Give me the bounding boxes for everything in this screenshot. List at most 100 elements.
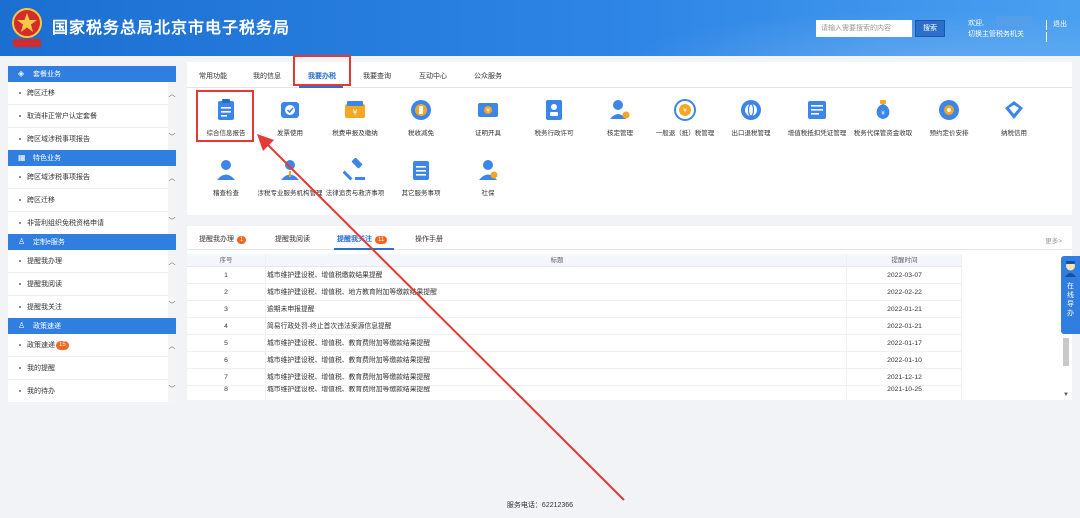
service-legal-remedy[interactable]: 法律追责与救济事项	[320, 157, 390, 198]
layers-icon: ◈	[18, 69, 25, 78]
sidebar-item[interactable]: 跨区迁移	[8, 82, 176, 105]
document-icon	[808, 101, 826, 119]
chevron-up-icon[interactable]: ︿	[168, 175, 176, 183]
table-scrollbar[interactable]: ▲ ▼	[1063, 328, 1069, 398]
service-label: 增值税抵扣凭证管理	[787, 130, 847, 137]
row-date: 2022-01-10	[887, 357, 922, 364]
service-vat-voucher[interactable]: 增值税抵扣凭证管理	[782, 98, 852, 138]
service-label: 出口退税管理	[731, 130, 771, 137]
table-divider	[846, 254, 847, 400]
service-other[interactable]: 其它服务事项	[386, 158, 456, 198]
row-title[interactable]: 城市维护建设税、增值税、地方教育附加等缴款结果提醒	[267, 284, 847, 301]
row-title[interactable]: 城市维护建设税、增值税、教育费附加等缴款结果提醒	[267, 369, 847, 386]
tab-remind-follow[interactable]: 提醒我关注 11	[337, 234, 388, 244]
sidebar-item[interactable]: 跨区迁移	[8, 189, 176, 212]
user-icon: ♙	[18, 321, 26, 330]
search-button[interactable]: 搜索	[915, 20, 945, 37]
switch-org-link[interactable]: 切换主管税务机关	[968, 29, 1024, 40]
service-tax-credit[interactable]: 纳税信用	[979, 98, 1049, 138]
scroll-thumb[interactable]	[1063, 338, 1069, 366]
bullet-icon	[19, 199, 21, 202]
svg-text:¥: ¥	[683, 108, 687, 115]
tab-label: 操作手册	[415, 236, 443, 243]
tab-manual[interactable]: 操作手册	[415, 234, 443, 244]
sidebar-section-header[interactable]: ♙ 定制e服务	[8, 234, 176, 250]
service-advance-pricing[interactable]: 预约定价安排	[914, 98, 984, 138]
sidebar-item-label: 非营利组织免税资格申请	[27, 220, 104, 227]
service-tax-relief[interactable]: 税收减免	[386, 98, 456, 138]
badge-icon	[546, 100, 562, 120]
sidebar-scrollbar[interactable]: ︿ ﹀	[168, 166, 176, 234]
notice-tabs: 提醒我办理 1 提醒我阅读 提醒我关注 11 操作手册 更多>	[187, 226, 1072, 250]
sidebar-section-header[interactable]: ▦ 特色业务	[8, 150, 176, 166]
more-link[interactable]: 更多>	[1045, 235, 1062, 245]
service-admin-license[interactable]: 税务行政许可	[519, 98, 589, 138]
chevron-up-icon[interactable]: ︿	[168, 91, 176, 99]
chevron-up-icon[interactable]: ︿	[168, 259, 176, 267]
online-guide-label: 在线导办	[1067, 283, 1074, 317]
search-input[interactable]: 请输入需要搜索的内容	[816, 20, 912, 37]
header-divider	[1046, 32, 1047, 42]
logout-link[interactable]: 退出	[1053, 19, 1067, 29]
sidebar-item[interactable]: 提醒我办理	[8, 250, 176, 273]
service-certificate[interactable]: ¥ 证明开具	[453, 98, 523, 138]
scroll-down-icon[interactable]: ▼	[1063, 392, 1069, 398]
sidebar-item[interactable]: 提醒我关注	[8, 296, 176, 318]
sidebar-section-header[interactable]: ♙ 政策速递	[8, 318, 176, 334]
service-agency-mgmt[interactable]: 涉税专业服务机构管理	[255, 158, 325, 198]
service-assessment[interactable]: 核定管理	[585, 98, 655, 138]
service-custody-funds[interactable]: ¥ 税务代保管资金收取	[848, 98, 918, 138]
service-inspection[interactable]: 稽查检查	[191, 158, 261, 198]
tab-remind-handle[interactable]: 提醒我办理 1	[199, 234, 247, 244]
column-header-no: 序号	[219, 257, 233, 264]
list-icon	[413, 161, 429, 180]
online-guide-button[interactable]: 在线导办	[1061, 256, 1080, 334]
active-tab-indicator	[299, 86, 343, 88]
service-label: 证明开具	[475, 130, 501, 137]
sidebar-scrollbar[interactable]: ︿ ﹀	[168, 334, 176, 402]
row-title[interactable]: 简易行政处罚-终止首次违法案源信息提醒	[267, 318, 847, 335]
row-no: 2	[224, 289, 228, 296]
sidebar-section-header[interactable]: ◈ 套餐业务	[8, 66, 176, 82]
sidebar-item[interactable]: 非营利组织免税资格申请	[8, 212, 176, 234]
sidebar-item[interactable]: 跨区域涉税事项报告	[8, 166, 176, 189]
chevron-down-icon[interactable]: ﹀	[168, 218, 176, 226]
service-label: 税务行政许可	[534, 130, 574, 137]
tab-public-service[interactable]: 公众服务	[474, 71, 502, 81]
service-refund[interactable]: ¥ 一般退（抵）税管理	[650, 98, 720, 138]
sidebar-item[interactable]: 取消非正常户认定套餐	[8, 105, 176, 128]
row-date: 2022-01-21	[887, 306, 922, 313]
row-title[interactable]: 城市维护建设税、增值税缴款结果提醒	[267, 267, 847, 284]
tab-query[interactable]: 我要查询	[363, 71, 391, 81]
sidebar-item[interactable]: 跨区域涉税事项报告	[8, 128, 176, 150]
user-icon: ♙	[18, 237, 26, 246]
service-social-security[interactable]: 社保	[453, 158, 523, 198]
service-label: 税务代保管资金收取	[853, 130, 913, 137]
chevron-down-icon[interactable]: ﹀	[168, 134, 176, 142]
row-title[interactable]: 城市维护建设税、增值税、教育费附加等缴款结果提醒	[267, 352, 847, 369]
service-invoice[interactable]: 发票使用	[255, 98, 325, 138]
chevron-down-icon[interactable]: ﹀	[168, 386, 176, 394]
row-title[interactable]: 城市维护建设税、增值税、教育费附加等缴款结果提醒	[267, 386, 847, 394]
sidebar-item[interactable]: 提醒我阅读	[8, 273, 176, 296]
sidebar-scrollbar[interactable]: ︿ ﹀	[168, 82, 176, 150]
tab-my-info[interactable]: 我的信息	[253, 71, 281, 81]
bullet-icon	[19, 260, 21, 263]
sidebar-item[interactable]: 我的待办	[8, 380, 176, 402]
bullet-icon	[19, 390, 21, 393]
service-declare-pay[interactable]: ¥ 税费申报及缴纳	[320, 98, 390, 138]
service-label: 社保	[481, 190, 495, 197]
row-title[interactable]: 城市维护建设税、增值税、教育费附加等缴款结果提醒	[267, 335, 847, 352]
service-label: 税收减免	[408, 130, 434, 137]
sidebar-scrollbar[interactable]: ︿ ﹀	[168, 250, 176, 318]
chevron-up-icon[interactable]: ︿	[168, 343, 176, 351]
row-title[interactable]: 逾期未申报提醒	[267, 301, 847, 318]
service-label: 核定管理	[607, 130, 633, 137]
chevron-down-icon[interactable]: ﹀	[168, 302, 176, 310]
service-export-refund[interactable]: 出口退税管理	[716, 98, 786, 138]
sidebar-item[interactable]: 我的提醒	[8, 357, 176, 380]
tab-common[interactable]: 常用功能	[199, 71, 227, 81]
sidebar-item[interactable]: 政策速递 15	[8, 334, 176, 357]
tab-remind-read[interactable]: 提醒我阅读	[275, 234, 310, 244]
tab-interaction[interactable]: 互动中心	[419, 71, 447, 81]
